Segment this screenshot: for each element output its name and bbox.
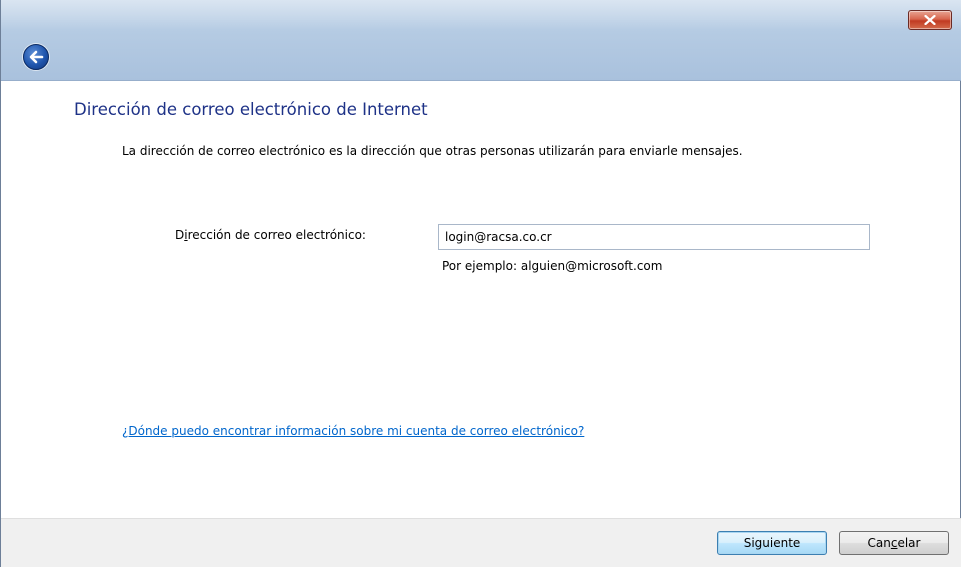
cancel-button[interactable]: Can c elar [839, 531, 949, 555]
cancel-label-accesskey: c [890, 536, 898, 550]
page-title: Dirección de correo electrónico de Inter… [74, 100, 428, 119]
back-button[interactable] [23, 44, 49, 70]
title-bar [1, 0, 961, 81]
email-field-label: Dirección de correo electrónico: [175, 228, 366, 242]
footer-bar: Siguiente Can c elar [1, 518, 961, 567]
next-button[interactable]: Siguiente [717, 531, 827, 555]
description-text: La dirección de correo electrónico es la… [122, 144, 743, 158]
email-label-rest: rección de correo electrónico: [187, 228, 366, 242]
close-button[interactable] [908, 10, 952, 30]
back-arrow-icon [29, 50, 44, 64]
email-example-hint: Por ejemplo: alguien@microsoft.com [442, 259, 663, 273]
email-field[interactable] [438, 224, 870, 250]
email-label-prefix: D [175, 228, 185, 242]
wizard-window: Dirección de correo electrónico de Inter… [0, 0, 961, 567]
cancel-label-rest: elar [897, 536, 921, 550]
close-icon [924, 15, 936, 25]
help-link[interactable]: ¿Dónde puedo encontrar información sobre… [122, 424, 584, 438]
cancel-label-prefix: Can [867, 536, 891, 550]
